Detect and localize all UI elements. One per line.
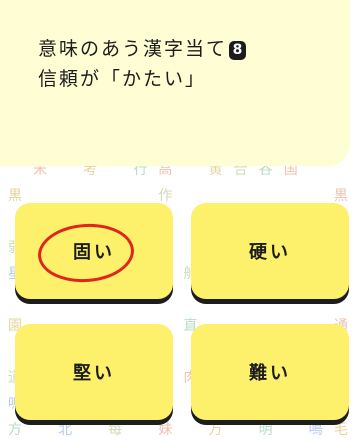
background-kanji: 毛	[333, 422, 348, 438]
question-prompt: 信頼が「かたい」	[38, 68, 207, 90]
question-card: 意味のあう漢字当て 8 信頼が「かたい」	[0, 0, 350, 166]
choice-label-4: 難い	[249, 363, 291, 384]
background-kanji: 万	[208, 422, 223, 438]
background-kanji: 方	[8, 422, 22, 438]
choice-button-2[interactable]: 硬い	[191, 203, 349, 299]
background-kanji: 明	[258, 422, 273, 438]
background-kanji	[282, 420, 300, 440]
background-kanji	[31, 420, 49, 440]
question-title-line: 意味のあう漢字当て 8	[38, 34, 247, 64]
background-kanji: 妹	[158, 422, 173, 438]
background-kanji	[181, 186, 199, 206]
choice-label-3: 堅い	[73, 363, 115, 384]
background-kanji	[232, 420, 250, 440]
background-kanji: 北	[58, 422, 73, 438]
background-kanji	[81, 420, 99, 440]
choice-button-4[interactable]: 難い	[191, 324, 349, 420]
background-kanji-row: 方 北 每 妹 万 明 鳴毛	[0, 420, 356, 440]
background-kanji	[181, 420, 199, 440]
question-number-badge: 8	[229, 41, 247, 60]
background-kanji: 黒	[8, 188, 22, 204]
background-kanji	[131, 420, 149, 440]
background-kanji: 鳴	[308, 422, 323, 438]
question-title: 意味のあう漢字当て	[38, 38, 228, 60]
choice-button-3[interactable]: 堅い	[15, 324, 173, 420]
choice-label-2: 硬い	[249, 242, 291, 263]
question-text: 意味のあう漢字当て 8 信頼が「かたい」	[38, 34, 247, 94]
background-kanji: 每	[108, 422, 123, 438]
